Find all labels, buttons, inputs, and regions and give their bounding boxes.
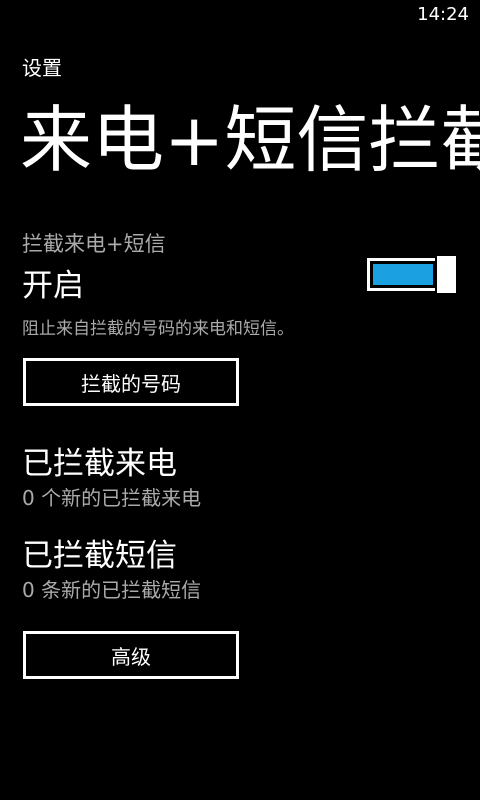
advanced-button[interactable]: 高级 [23,631,239,679]
page-title: 来电+短信拦截 [20,98,480,182]
toggle-state-label: 开启 [22,268,84,304]
blocked-calls-subtitle[interactable]: 0 个新的已拦截来电 [22,482,201,511]
app-name: 设置 [22,56,62,80]
toggle-fill [373,264,433,285]
toggle-track [367,258,439,291]
toggle-header: 拦截来电+短信 [22,232,166,256]
blocked-sms-title[interactable]: 已拦截短信 [22,530,177,575]
toggle-thumb[interactable] [435,256,456,293]
blocked-sms-subtitle[interactable]: 0 条新的已拦截短信 [22,574,201,603]
blocked-numbers-button[interactable]: 拦截的号码 [23,358,239,406]
status-time: 14:24 [417,4,469,25]
settings-screen: 14:24 设置 来电+短信拦截 拦截来电+短信 开启 阻止来自拦截的号码的来电… [0,0,480,800]
blocked-calls-title[interactable]: 已拦截来电 [22,438,177,483]
block-toggle-switch[interactable] [367,256,457,293]
toggle-description: 阻止来自拦截的号码的来电和短信。 [22,319,294,339]
